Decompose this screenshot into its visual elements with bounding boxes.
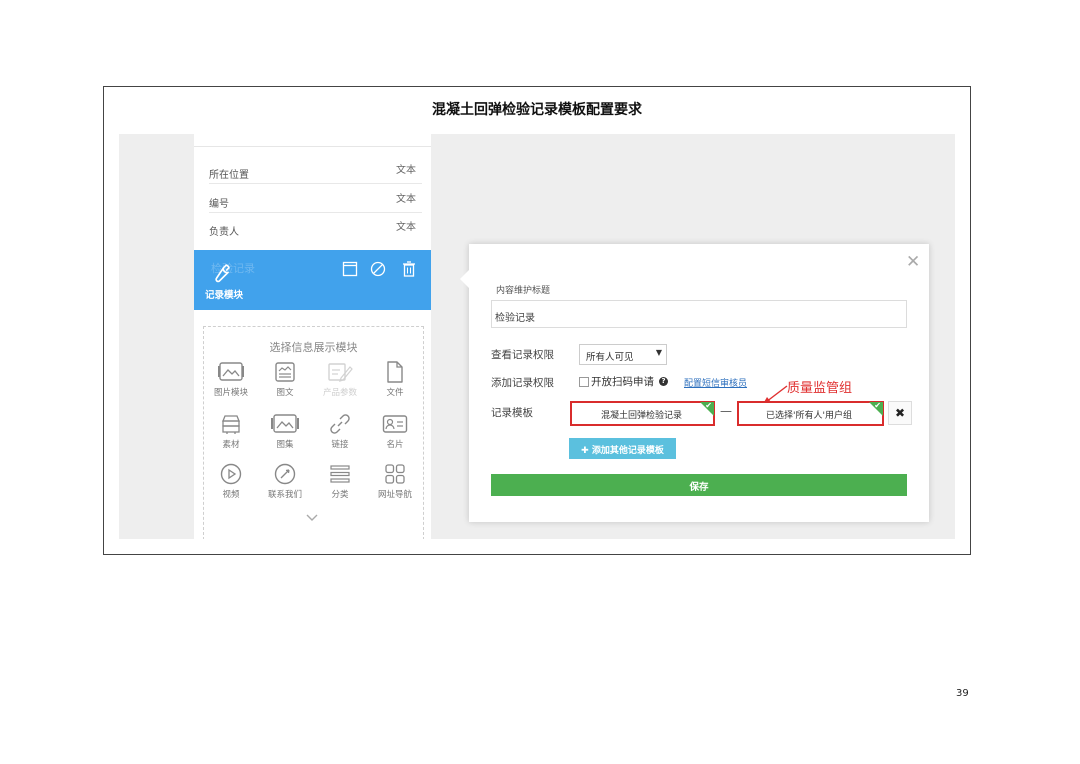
close-icon[interactable]: ✕ [906, 254, 920, 271]
module-image[interactable]: 图片模块 [205, 361, 257, 398]
title-input[interactable]: 检验记录 [491, 300, 907, 328]
template-label: 记录模板 [491, 407, 533, 419]
edit-doc-icon [328, 363, 353, 382]
annotation-quality-group: 质量监管组 [787, 381, 853, 396]
field-name: 负责人 [209, 227, 239, 238]
field-name: 所在位置 [209, 170, 249, 181]
stack-icon [222, 415, 240, 434]
field-type: 文本 [396, 194, 416, 205]
module-card[interactable]: 名片 [369, 413, 421, 450]
link-icon [330, 414, 350, 434]
grid-icon [385, 464, 405, 484]
module-gallery[interactable]: 图集 [259, 413, 311, 450]
chevron-down-icon[interactable] [304, 513, 320, 523]
template-value: 混凝土回弹检验记录 [601, 411, 683, 421]
module-contact[interactable]: 联系我们 [259, 463, 311, 500]
view-permission-select[interactable]: 所有人可见 ▼ [579, 344, 667, 365]
document-frame: 混凝土回弹检验记录模板配置要求 所在位置 文本 编号 文本 负责人 文本 检验记… [103, 86, 971, 555]
field-name: 编号 [209, 199, 229, 210]
module-product-params[interactable]: 产品参数 [314, 361, 366, 398]
module-video[interactable]: 视频 [205, 463, 257, 500]
trash-icon[interactable] [401, 261, 417, 277]
module-material[interactable]: 素材 [205, 413, 257, 450]
field-row-location[interactable]: 所在位置 文本 [209, 155, 422, 184]
play-icon [220, 463, 242, 485]
save-button[interactable]: 保存 [491, 474, 907, 496]
template-select[interactable]: 混凝土回弹检验记录 ✔ [570, 401, 715, 426]
remove-template-button[interactable]: ✖ [888, 401, 912, 425]
view-permission-label: 查看记录权限 [491, 349, 554, 361]
module-label: 素材 [222, 440, 240, 450]
user-group-value: 已选择'所有人'用户组 [766, 411, 852, 421]
compass-icon [274, 463, 296, 485]
module-label: 名片 [386, 440, 404, 450]
module-label: 图片模块 [213, 388, 248, 398]
module-label: 图文 [276, 388, 294, 398]
ban-icon[interactable] [370, 261, 386, 277]
chooser-title: 选择信息展示模块 [269, 341, 358, 354]
app-screenshot: 所在位置 文本 编号 文本 负责人 文本 检验记录 记录模块 选择信息展示模块 … [119, 134, 955, 539]
module-label: 文件 [386, 388, 404, 398]
panel-top-strip [194, 134, 431, 147]
caret-down-icon: ▼ [655, 348, 662, 357]
image-icon [218, 362, 244, 381]
document-title: 混凝土回弹检验记录模板配置要求 [432, 102, 642, 118]
user-group-select[interactable]: 已选择'所有人'用户组 ✔ [737, 401, 884, 426]
module-label: 图集 [276, 440, 294, 450]
add-template-button[interactable]: ✚ 添加其他记录模板 [569, 438, 676, 459]
module-label: 产品参数 [322, 388, 357, 398]
field-row-number[interactable]: 编号 文本 [209, 184, 422, 213]
module-label: 网址导航 [377, 490, 412, 500]
selected-record-module[interactable]: 检验记录 记录模块 [194, 250, 431, 310]
add-template-label: ✚ 添加其他记录模板 [581, 446, 664, 456]
title-field-label: 内容维护标题 [496, 286, 551, 296]
module-url-nav[interactable]: 网址导航 [369, 463, 421, 500]
module-label: 联系我们 [267, 490, 302, 500]
page-number: 39 [956, 688, 969, 699]
scan-apply-label: 开放扫码申请 [591, 376, 654, 388]
check-icon: ✔ [874, 401, 881, 410]
image-text-icon [275, 362, 295, 382]
select-value: 所有人可见 [586, 352, 634, 363]
window-icon[interactable] [342, 261, 358, 277]
config-sms-reviewer-link[interactable]: 配置短信审核员 [684, 376, 747, 389]
module-category[interactable]: 分类 [314, 463, 366, 500]
module-label: 链接 [331, 440, 349, 450]
title-input-value: 检验记录 [495, 313, 535, 324]
module-link[interactable]: 链接 [314, 413, 366, 450]
record-module-label: 记录模块 [205, 290, 244, 301]
module-label: 视频 [222, 490, 240, 500]
field-row-owner[interactable]: 负责人 文本 [209, 212, 422, 240]
field-type: 文本 [396, 165, 416, 176]
menu-icon [330, 465, 350, 483]
separator-dash: — [720, 404, 732, 418]
add-permission-label: 添加记录权限 [491, 377, 554, 389]
check-icon: ✔ [705, 401, 712, 410]
help-icon[interactable]: ? [659, 377, 668, 386]
save-label: 保存 [689, 482, 709, 493]
card-icon [382, 415, 408, 433]
scan-apply-checkbox[interactable] [579, 377, 589, 387]
record-settings-dialog: ✕ 内容维护标题 检验记录 查看记录权限 所有人可见 ▼ 添加记录权限 开放扫码… [460, 244, 929, 522]
module-chooser: 选择信息展示模块 图片模块 图文 产品参数 文件 素材 图集 链接 名片 视频 … [203, 326, 424, 539]
field-type: 文本 [396, 222, 416, 233]
wrench-icon [215, 264, 230, 283]
module-image-text[interactable]: 图文 [259, 361, 311, 398]
file-icon [387, 361, 403, 383]
dialog-pointer [460, 270, 469, 288]
gallery-icon [271, 414, 299, 433]
module-label: 分类 [331, 490, 349, 500]
module-file[interactable]: 文件 [369, 361, 421, 398]
